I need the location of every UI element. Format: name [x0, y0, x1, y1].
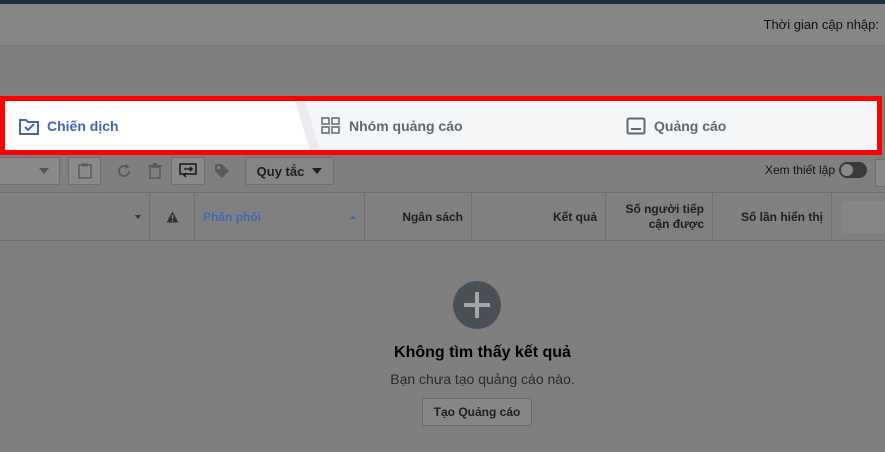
- tab-ad-sets[interactable]: Nhóm quảng cáo: [305, 101, 625, 150]
- grid-icon: [321, 116, 340, 134]
- column-impressions-label: Số lần hiển thị: [740, 209, 823, 224]
- warning-icon: [166, 211, 178, 223]
- column-header-reach[interactable]: Số người tiếp cận được: [606, 193, 713, 241]
- trash-icon: [148, 163, 162, 179]
- ad-icon: [626, 117, 646, 134]
- tab-ads-label: Quảng cáo: [654, 117, 727, 134]
- refresh-button[interactable]: [109, 157, 139, 185]
- ab-test-button[interactable]: [171, 157, 205, 185]
- folder-check-icon: [19, 118, 39, 135]
- empty-state-subtitle: Bạn chưa tạo quảng cáo nào.: [390, 371, 575, 387]
- empty-state-title: Không tìm thấy kết quả: [394, 344, 571, 361]
- column-header-extra[interactable]: [842, 201, 885, 233]
- tab-ads[interactable]: Quảng cáo: [610, 101, 877, 150]
- column-delivery-label: Phân phối: [203, 209, 261, 224]
- empty-state: Không tìm thấy kết quả Bạn chưa tạo quản…: [0, 241, 885, 452]
- table-header: Phân phối Ngân sách Kết quả Số người tiế…: [0, 193, 885, 241]
- column-header-name[interactable]: [0, 193, 150, 241]
- last-updated-label: Thời gian cập nhập:: [763, 17, 880, 32]
- column-results-label: Kết quả: [552, 209, 597, 224]
- toolbar: Quy tắc Xem thiết lập: [0, 155, 885, 193]
- tab-campaigns[interactable]: Chiến dịch: [5, 101, 310, 150]
- delete-button[interactable]: [140, 157, 170, 185]
- tab-campaigns-label: Chiến dịch: [47, 117, 119, 134]
- duplicate-button[interactable]: [68, 157, 101, 185]
- column-reach-label: Số người tiếp cận được: [625, 202, 704, 231]
- sort-caret-icon: [135, 215, 141, 219]
- swap-icon: [179, 163, 197, 178]
- rules-button-label: Quy tắc: [256, 163, 305, 179]
- sort-ascending-icon: [350, 215, 356, 219]
- create-ad-button[interactable]: Tạo Quảng cáo: [422, 398, 532, 426]
- caret-down-icon: [312, 168, 323, 174]
- update-row: Thời gian cập nhập:: [0, 4, 885, 46]
- rules-button[interactable]: Quy tắc: [245, 157, 334, 185]
- column-header-warning[interactable]: [150, 193, 195, 241]
- column-header-budget[interactable]: Ngân sách: [365, 193, 472, 241]
- refresh-icon: [118, 163, 130, 177]
- plus-circle-icon: [453, 281, 501, 329]
- column-budget-label: Ngân sách: [402, 209, 463, 224]
- view-settings-label: Xem thiết lập: [764, 163, 835, 177]
- dropdown-button[interactable]: [0, 157, 60, 185]
- tab-ad-sets-label: Nhóm quảng cáo: [349, 117, 463, 134]
- tag-icon: [214, 164, 229, 178]
- column-header-delivery[interactable]: Phân phối: [195, 193, 365, 241]
- column-header-results[interactable]: Kết quả: [472, 193, 606, 241]
- toolbar-edge-button[interactable]: [875, 159, 885, 187]
- clipboard-icon: [77, 163, 92, 179]
- tag-button[interactable]: [205, 157, 238, 185]
- filter-strip: [0, 47, 885, 95]
- chevron-down-icon: [39, 168, 49, 174]
- column-header-impressions[interactable]: Số lần hiển thị: [713, 193, 832, 241]
- level-tabs-highlight: Chiến dịch Nhóm quảng cáo Quảng cáo: [0, 96, 882, 155]
- view-settings-toggle[interactable]: [839, 162, 867, 178]
